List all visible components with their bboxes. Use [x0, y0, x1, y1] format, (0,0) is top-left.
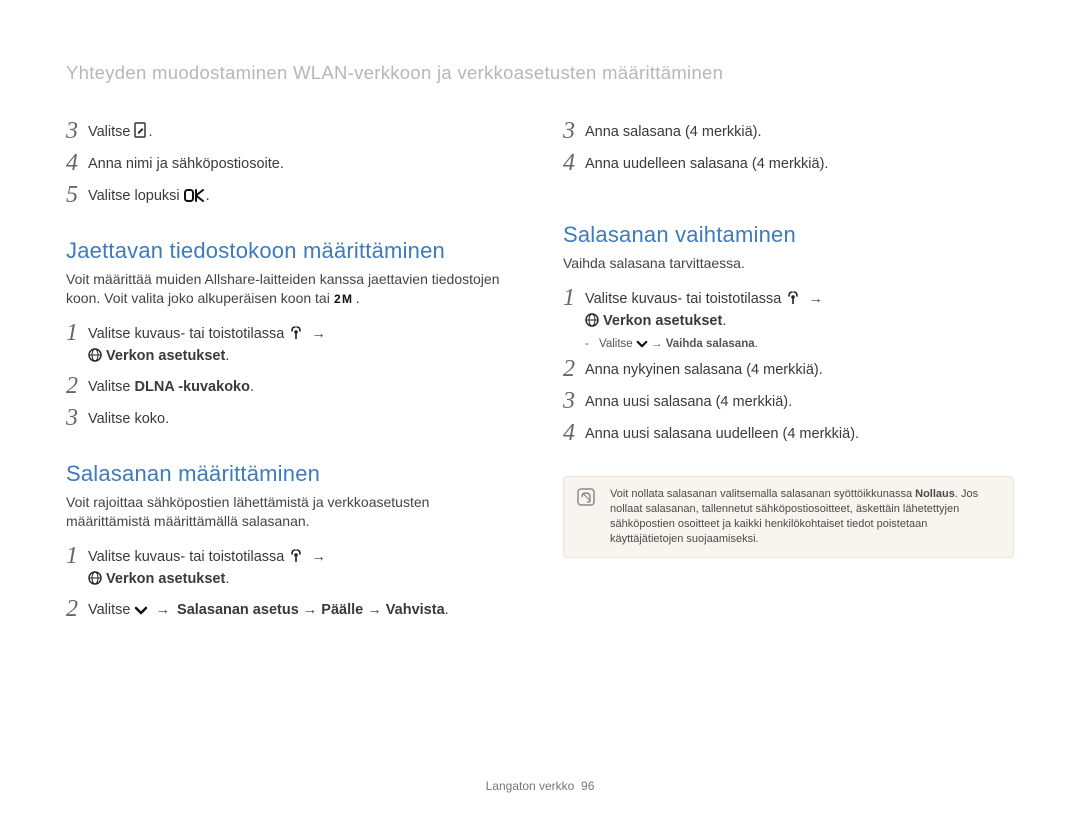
globe-icon — [585, 313, 599, 327]
step-1: 1 Valitse kuvaus- tai toistotilassa → Ve… — [563, 285, 1014, 332]
text: Anna salasana (4 merkkiä). — [585, 118, 762, 143]
page-number: 96 — [581, 779, 594, 793]
arrow-text: → — [307, 549, 326, 565]
text: . — [206, 188, 210, 204]
bold-chain: Salasanan asetus → Päälle → Vahvista — [177, 602, 445, 618]
text: . — [225, 348, 229, 364]
step-number: 4 — [563, 420, 585, 446]
page-header: Yhteyden muodostaminen WLAN-verkkoon ja … — [66, 62, 1014, 84]
globe-icon — [88, 571, 102, 585]
step-1: 1 Valitse kuvaus- tai toistotilassa → Ve… — [66, 320, 517, 367]
text: Valitse kuvaus- tai toistotilassa — [585, 291, 785, 307]
section-lead: Voit määrittää muiden Allshare-laitteide… — [66, 270, 517, 308]
edit-icon — [134, 122, 148, 138]
dash: - — [585, 338, 593, 350]
step-number: 4 — [66, 150, 88, 176]
wifi-icon — [288, 549, 304, 563]
step-3: 3 Anna uusi salasana (4 merkkiä). — [563, 388, 1014, 414]
step-number: 1 — [66, 543, 88, 569]
wifi-icon — [288, 326, 304, 340]
note-text: Voit nollata salasanan valitsemalla sala… — [610, 487, 999, 547]
step-number: 5 — [66, 182, 88, 208]
text: . — [445, 602, 449, 618]
step-4: 4 Anna uusi salasana uudelleen (4 merkki… — [563, 420, 1014, 446]
step-3: 3 Valitse . — [66, 118, 517, 144]
note-icon — [576, 487, 596, 547]
section-title-set-password: Salasanan määrittäminen — [66, 461, 517, 487]
step-2: 2 Valitse → Salasanan asetus → Päälle → … — [66, 596, 517, 622]
wifi-icon — [785, 291, 801, 305]
section-lead: Voit rajoittaa sähköpostien lähettämistä… — [66, 493, 517, 531]
text: Anna uusi salasana (4 merkkiä). — [585, 388, 792, 413]
globe-icon — [88, 348, 102, 362]
ok-icon — [184, 189, 206, 202]
text: . — [722, 313, 726, 329]
section-title-file-size: Jaettavan tiedostokoon määrittäminen — [66, 238, 517, 264]
step-5: 5 Valitse lopuksi . — [66, 182, 517, 208]
footer-text: Langaton verkko — [486, 779, 575, 793]
text: Anna uusi salasana uudelleen (4 merkkiä)… — [585, 420, 859, 445]
text: Valitse koko. — [88, 405, 169, 430]
arrow-text: → — [151, 602, 174, 618]
step-4: 4 Anna nimi ja sähköpostiosoite. — [66, 150, 517, 176]
bold-label: Verkon asetukset — [603, 313, 722, 329]
text: . — [755, 338, 758, 350]
step-list-right-sec1: 1 Valitse kuvaus- tai toistotilassa → Ve… — [563, 285, 1014, 446]
2m-icon: 2M — [334, 292, 356, 305]
text: . — [148, 124, 152, 140]
step-2: 2 Anna nykyinen salasana (4 merkkiä). — [563, 356, 1014, 382]
bold-label: DLNA -kuvakoko — [134, 379, 249, 395]
right-column: 3 Anna salasana (4 merkkiä). 4 Anna uude… — [563, 118, 1014, 652]
bold-label: Vaihda salasana — [666, 338, 755, 350]
step-3: 3 Valitse koko. — [66, 405, 517, 431]
bold-label: Verkon asetukset — [106, 571, 225, 587]
step-list-sec2: 1 Valitse kuvaus- tai toistotilassa → Ve… — [66, 543, 517, 622]
step-number: 3 — [563, 388, 585, 414]
chevron-down-icon — [636, 340, 648, 349]
text: Valitse — [88, 602, 134, 618]
svg-text:M: M — [342, 292, 352, 305]
text: Valitse — [88, 379, 134, 395]
step-number: 4 — [563, 150, 585, 176]
text: Anna uudelleen salasana (4 merkkiä). — [585, 150, 828, 175]
page-footer: Langaton verkko 96 — [0, 779, 1080, 793]
arrow-text: → — [307, 326, 326, 342]
step-number: 1 — [66, 320, 88, 346]
step-list-sec1: 1 Valitse kuvaus- tai toistotilassa → Ve… — [66, 320, 517, 431]
step-4: 4 Anna uudelleen salasana (4 merkkiä). — [563, 150, 1014, 176]
arrow-text: → — [648, 338, 666, 350]
step-number: 1 — [563, 285, 585, 311]
arrow-text: → — [804, 291, 823, 307]
step-2: 2 Valitse DLNA -kuvakoko. — [66, 373, 517, 399]
step-number: 3 — [66, 405, 88, 431]
text: . — [250, 379, 254, 395]
step-number: 2 — [66, 596, 88, 622]
text: Valitse — [88, 124, 134, 140]
svg-text:2: 2 — [334, 292, 341, 305]
sub-note: - Valitse → Vaihda salasana. — [585, 338, 1014, 350]
text: Anna nykyinen salasana (4 merkkiä). — [585, 356, 823, 381]
step-number: 3 — [66, 118, 88, 144]
step-3: 3 Anna salasana (4 merkkiä). — [563, 118, 1014, 144]
text: Valitse — [599, 338, 636, 350]
text: Valitse lopuksi — [88, 188, 184, 204]
step-list-initial-left: 3 Valitse . 4 Anna nimi ja sähköpostioso… — [66, 118, 517, 208]
step-number: 2 — [66, 373, 88, 399]
text: Valitse kuvaus- tai toistotilassa — [88, 326, 288, 342]
section-lead: Vaihda salasana tarvittaessa. — [563, 254, 1014, 273]
note-box: Voit nollata salasanan valitsemalla sala… — [563, 476, 1014, 558]
text: Valitse kuvaus- tai toistotilassa — [88, 549, 288, 565]
text: . — [225, 571, 229, 587]
step-number: 2 — [563, 356, 585, 382]
step-1: 1 Valitse kuvaus- tai toistotilassa → Ve… — [66, 543, 517, 590]
section-title-change-password: Salasanan vaihtaminen — [563, 222, 1014, 248]
step-list-initial-right: 3 Anna salasana (4 merkkiä). 4 Anna uude… — [563, 118, 1014, 176]
chevron-down-icon — [134, 606, 148, 616]
step-number: 3 — [563, 118, 585, 144]
left-column: 3 Valitse . 4 Anna nimi ja sähköpostioso… — [66, 118, 517, 652]
text: Anna nimi ja sähköpostiosoite. — [88, 150, 284, 175]
bold-label: Verkon asetukset — [106, 348, 225, 364]
